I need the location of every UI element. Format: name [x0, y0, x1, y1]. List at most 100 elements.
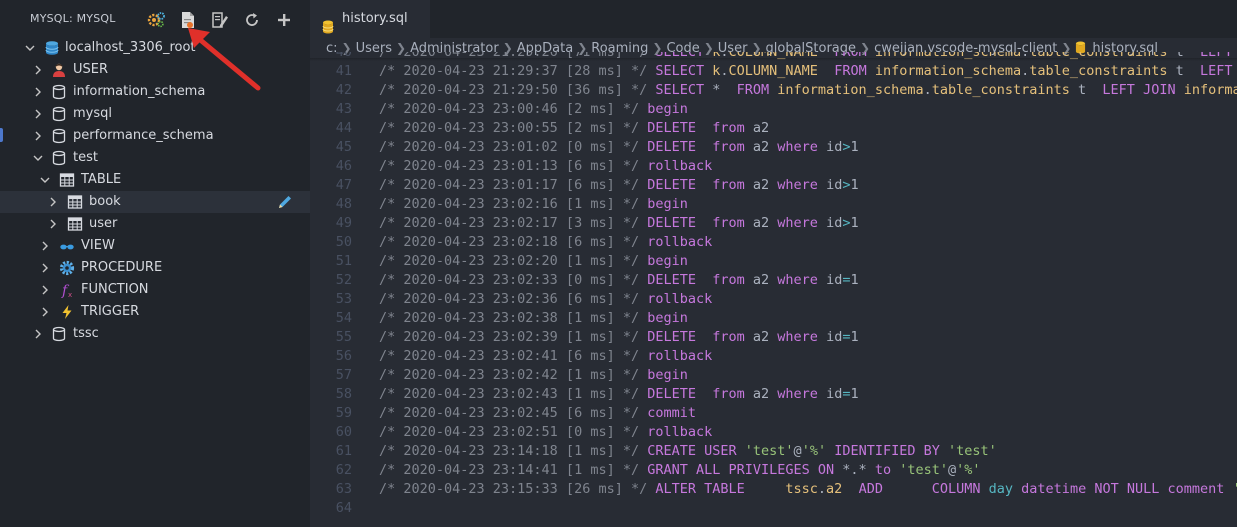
comment-token: /* 2020-04-23 23:01:13 [6 ms] */ — [379, 158, 648, 174]
tab-history-sql[interactable]: history.sql — [310, 0, 430, 38]
line-number: 47 — [335, 177, 352, 193]
code-text: /* 2020-04-23 23:02:17 [3 ms] */ DELETE … — [379, 214, 859, 233]
sql-token: information_schema — [777, 82, 924, 98]
sql-token: information_s — [1183, 82, 1237, 98]
refresh-icon[interactable] — [242, 10, 262, 30]
code-line[interactable]: 63 /* 2020-04-23 23:15:33 [26 ms] */ ALTE… — [310, 480, 1237, 499]
sql-token: '%' — [801, 443, 827, 459]
code-line[interactable]: 53 /* 2020-04-23 23:02:36 [6 ms] */ rollb… — [310, 290, 1237, 309]
tree-table-user[interactable]: user — [0, 213, 310, 235]
tree-group-procedure[interactable]: PROCEDURE — [0, 257, 310, 279]
chevron-right-icon[interactable] — [37, 301, 53, 323]
chevron-down-icon[interactable] — [37, 169, 53, 191]
chevron-right-icon[interactable] — [30, 59, 46, 81]
code-editor[interactable]: 40 /* 2020-04-23 21:29:26 [71 ms] */ SELE… — [310, 52, 1237, 527]
code-line[interactable]: 59 /* 2020-04-23 23:02:45 [6 ms] */ commi… — [310, 404, 1237, 423]
chevron-right-icon[interactable] — [30, 103, 46, 125]
code-line[interactable]: 44 /* 2020-04-23 23:00:55 [2 ms] */ DELET… — [310, 119, 1237, 138]
sql-token: a2 — [752, 386, 778, 402]
sql-token: table_constraints — [1029, 52, 1168, 60]
tree-table-book[interactable]: book — [0, 191, 310, 213]
tree-label: TABLE — [81, 172, 122, 187]
sql-token: table_constraints — [1029, 63, 1168, 79]
tree-db-mysql[interactable]: mysql — [0, 103, 310, 125]
glasses-icon — [59, 238, 75, 254]
sql-token: DELETE — [647, 386, 713, 402]
settings-icon[interactable] — [146, 10, 166, 30]
sql-token: DELETE — [647, 177, 713, 193]
tree-label: user — [89, 216, 118, 231]
code-line[interactable]: 62 /* 2020-04-23 23:14:41 [1 ms] */ GRANT… — [310, 461, 1237, 480]
sql-token: id — [826, 386, 843, 402]
sql-token: SELECT — [655, 63, 713, 79]
code-line[interactable]: 56 /* 2020-04-23 23:02:41 [6 ms] */ rollb… — [310, 347, 1237, 366]
chevron-right-icon[interactable] — [37, 235, 53, 257]
sql-token: 1 — [850, 329, 859, 345]
sql-token: 'test' — [948, 443, 997, 459]
code-line[interactable]: 61 /* 2020-04-23 23:14:18 [1 ms] */ CREAT… — [310, 442, 1237, 461]
tree-group-view[interactable]: VIEW — [0, 235, 310, 257]
tree-node-user[interactable]: USER — [0, 59, 310, 81]
tree-label: mysql — [73, 106, 112, 121]
chevron-right-icon[interactable] — [37, 279, 53, 301]
edit-note-icon[interactable] — [210, 10, 230, 30]
tree-group-trigger[interactable]: TRIGGER — [0, 301, 310, 323]
tree-label: PROCEDURE — [81, 260, 163, 275]
sql-token: begin — [647, 253, 688, 269]
chevron-down-icon[interactable] — [30, 147, 46, 169]
tree-connection-localhost[interactable]: localhost_3306_root — [0, 37, 310, 59]
code-line[interactable]: 42 /* 2020-04-23 21:29:50 [36 ms] */ SELE… — [310, 81, 1237, 100]
tree-db-tssc[interactable]: tssc — [0, 323, 310, 345]
code-line[interactable]: 40 /* 2020-04-23 21:29:26 [71 ms] */ SELE… — [310, 52, 1237, 62]
sidebar-title: MYSQL: MYSQL — [30, 12, 116, 25]
code-line[interactable]: 60 /* 2020-04-23 23:02:51 [0 ms] */ rollb… — [310, 423, 1237, 442]
code-line[interactable]: 48 /* 2020-04-23 23:02:16 [1 ms] */ begin — [310, 195, 1237, 214]
sql-token: id — [826, 272, 843, 288]
code-line[interactable]: 57 /* 2020-04-23 23:02:42 [1 ms] */ begin — [310, 366, 1237, 385]
comment-token: /* 2020-04-23 23:02:17 [3 ms] */ — [379, 215, 648, 231]
code-line[interactable]: 52 /* 2020-04-23 23:02:33 [0 ms] */ DELET… — [310, 271, 1237, 290]
tree-group-function[interactable]: fx FUNCTION — [0, 279, 310, 301]
code-line[interactable]: 58 /* 2020-04-23 23:02:43 [1 ms] */ DELET… — [310, 385, 1237, 404]
new-query-icon[interactable] — [178, 10, 198, 30]
chevron-right-icon[interactable] — [45, 191, 61, 213]
sql-token: 'test' — [744, 443, 794, 459]
chevron-down-icon[interactable] — [22, 37, 38, 59]
code-line[interactable]: 46 /* 2020-04-23 23:01:13 [6 ms] */ rollb… — [310, 157, 1237, 176]
code-text: /* 2020-04-23 23:02:45 [6 ms] */ commit — [379, 404, 696, 423]
sql-token: rollback — [647, 291, 713, 307]
code-line[interactable]: 41 /* 2020-04-23 21:29:37 [28 ms] */ SELE… — [310, 62, 1237, 81]
code-line[interactable]: 64 — [310, 499, 1237, 518]
code-text: /* 2020-04-23 23:14:41 [1 ms] */ GRANT A… — [379, 461, 981, 480]
sql-token: t — [1167, 63, 1200, 79]
code-line[interactable]: 55 /* 2020-04-23 23:02:39 [1 ms] */ DELET… — [310, 328, 1237, 347]
tree-db-performance-schema[interactable]: performance_schema — [0, 125, 310, 147]
code-line[interactable]: 43 /* 2020-04-23 23:00:46 [2 ms] */ begin — [310, 100, 1237, 119]
chevron-right-icon[interactable] — [30, 81, 46, 103]
edit-table-icon[interactable] — [277, 194, 293, 210]
chevron-right-icon[interactable] — [30, 323, 46, 345]
cylinder-icon — [51, 326, 67, 342]
code-line[interactable]: 51 /* 2020-04-23 23:02:20 [1 ms] */ begin — [310, 252, 1237, 271]
line-number: 46 — [335, 158, 352, 174]
code-text: /* 2020-04-23 21:29:37 [28 ms] */ SELECT… — [379, 62, 1237, 81]
code-line[interactable]: 45 /* 2020-04-23 23:01:02 [0 ms] */ DELET… — [310, 138, 1237, 157]
code-line[interactable]: 50 /* 2020-04-23 23:02:18 [6 ms] */ rollb… — [310, 233, 1237, 252]
gear-icon — [59, 260, 75, 276]
chevron-right-icon[interactable] — [30, 125, 46, 147]
code-line[interactable]: 54 /* 2020-04-23 23:02:38 [1 ms] */ begin — [310, 309, 1237, 328]
chevron-right-icon[interactable] — [37, 257, 53, 279]
tree-group-table[interactable]: TABLE — [0, 169, 310, 191]
sql-token: from — [712, 215, 753, 231]
chevron-right-icon[interactable] — [45, 213, 61, 235]
sql-token: begin — [647, 196, 688, 212]
add-icon[interactable] — [274, 10, 294, 30]
code-line[interactable]: 47 /* 2020-04-23 23:01:17 [6 ms] */ DELET… — [310, 176, 1237, 195]
tree-db-information-schema[interactable]: information_schema — [0, 81, 310, 103]
line-number: 41 — [335, 63, 352, 79]
line-number: 50 — [335, 234, 352, 250]
sql-token: @ — [793, 443, 802, 459]
tree-db-test[interactable]: test — [0, 147, 310, 169]
code-line[interactable]: 49 /* 2020-04-23 23:02:17 [3 ms] */ DELET… — [310, 214, 1237, 233]
